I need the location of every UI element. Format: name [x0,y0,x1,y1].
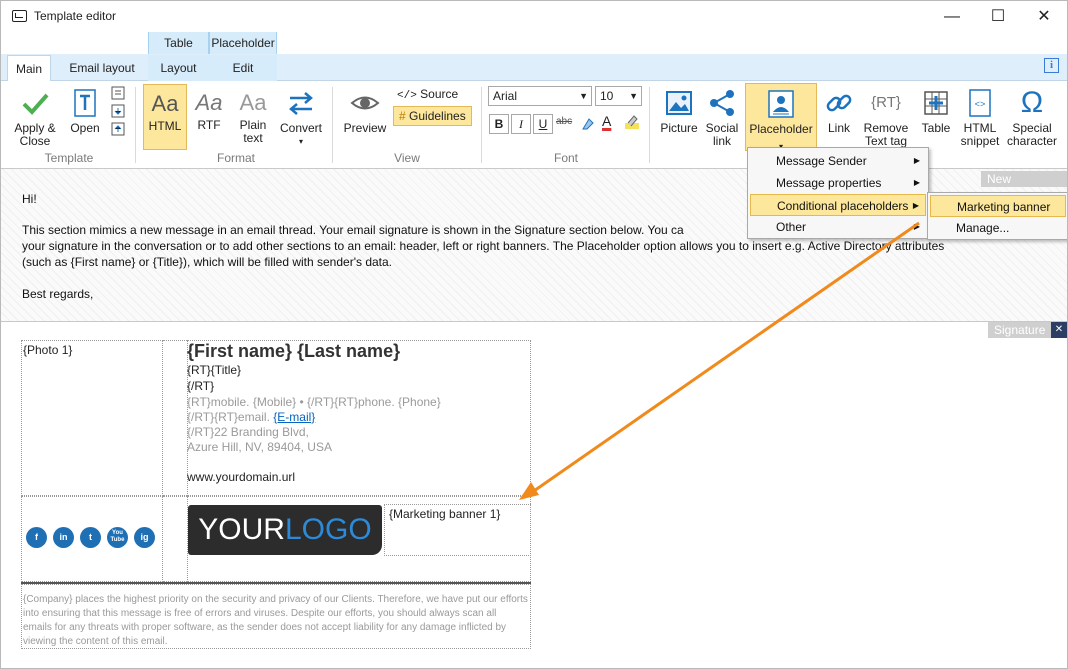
annotation-arrow [519,221,920,500]
template-editor-window: Template editor — ☐ ✕ Table Placeholder … [0,0,1068,669]
